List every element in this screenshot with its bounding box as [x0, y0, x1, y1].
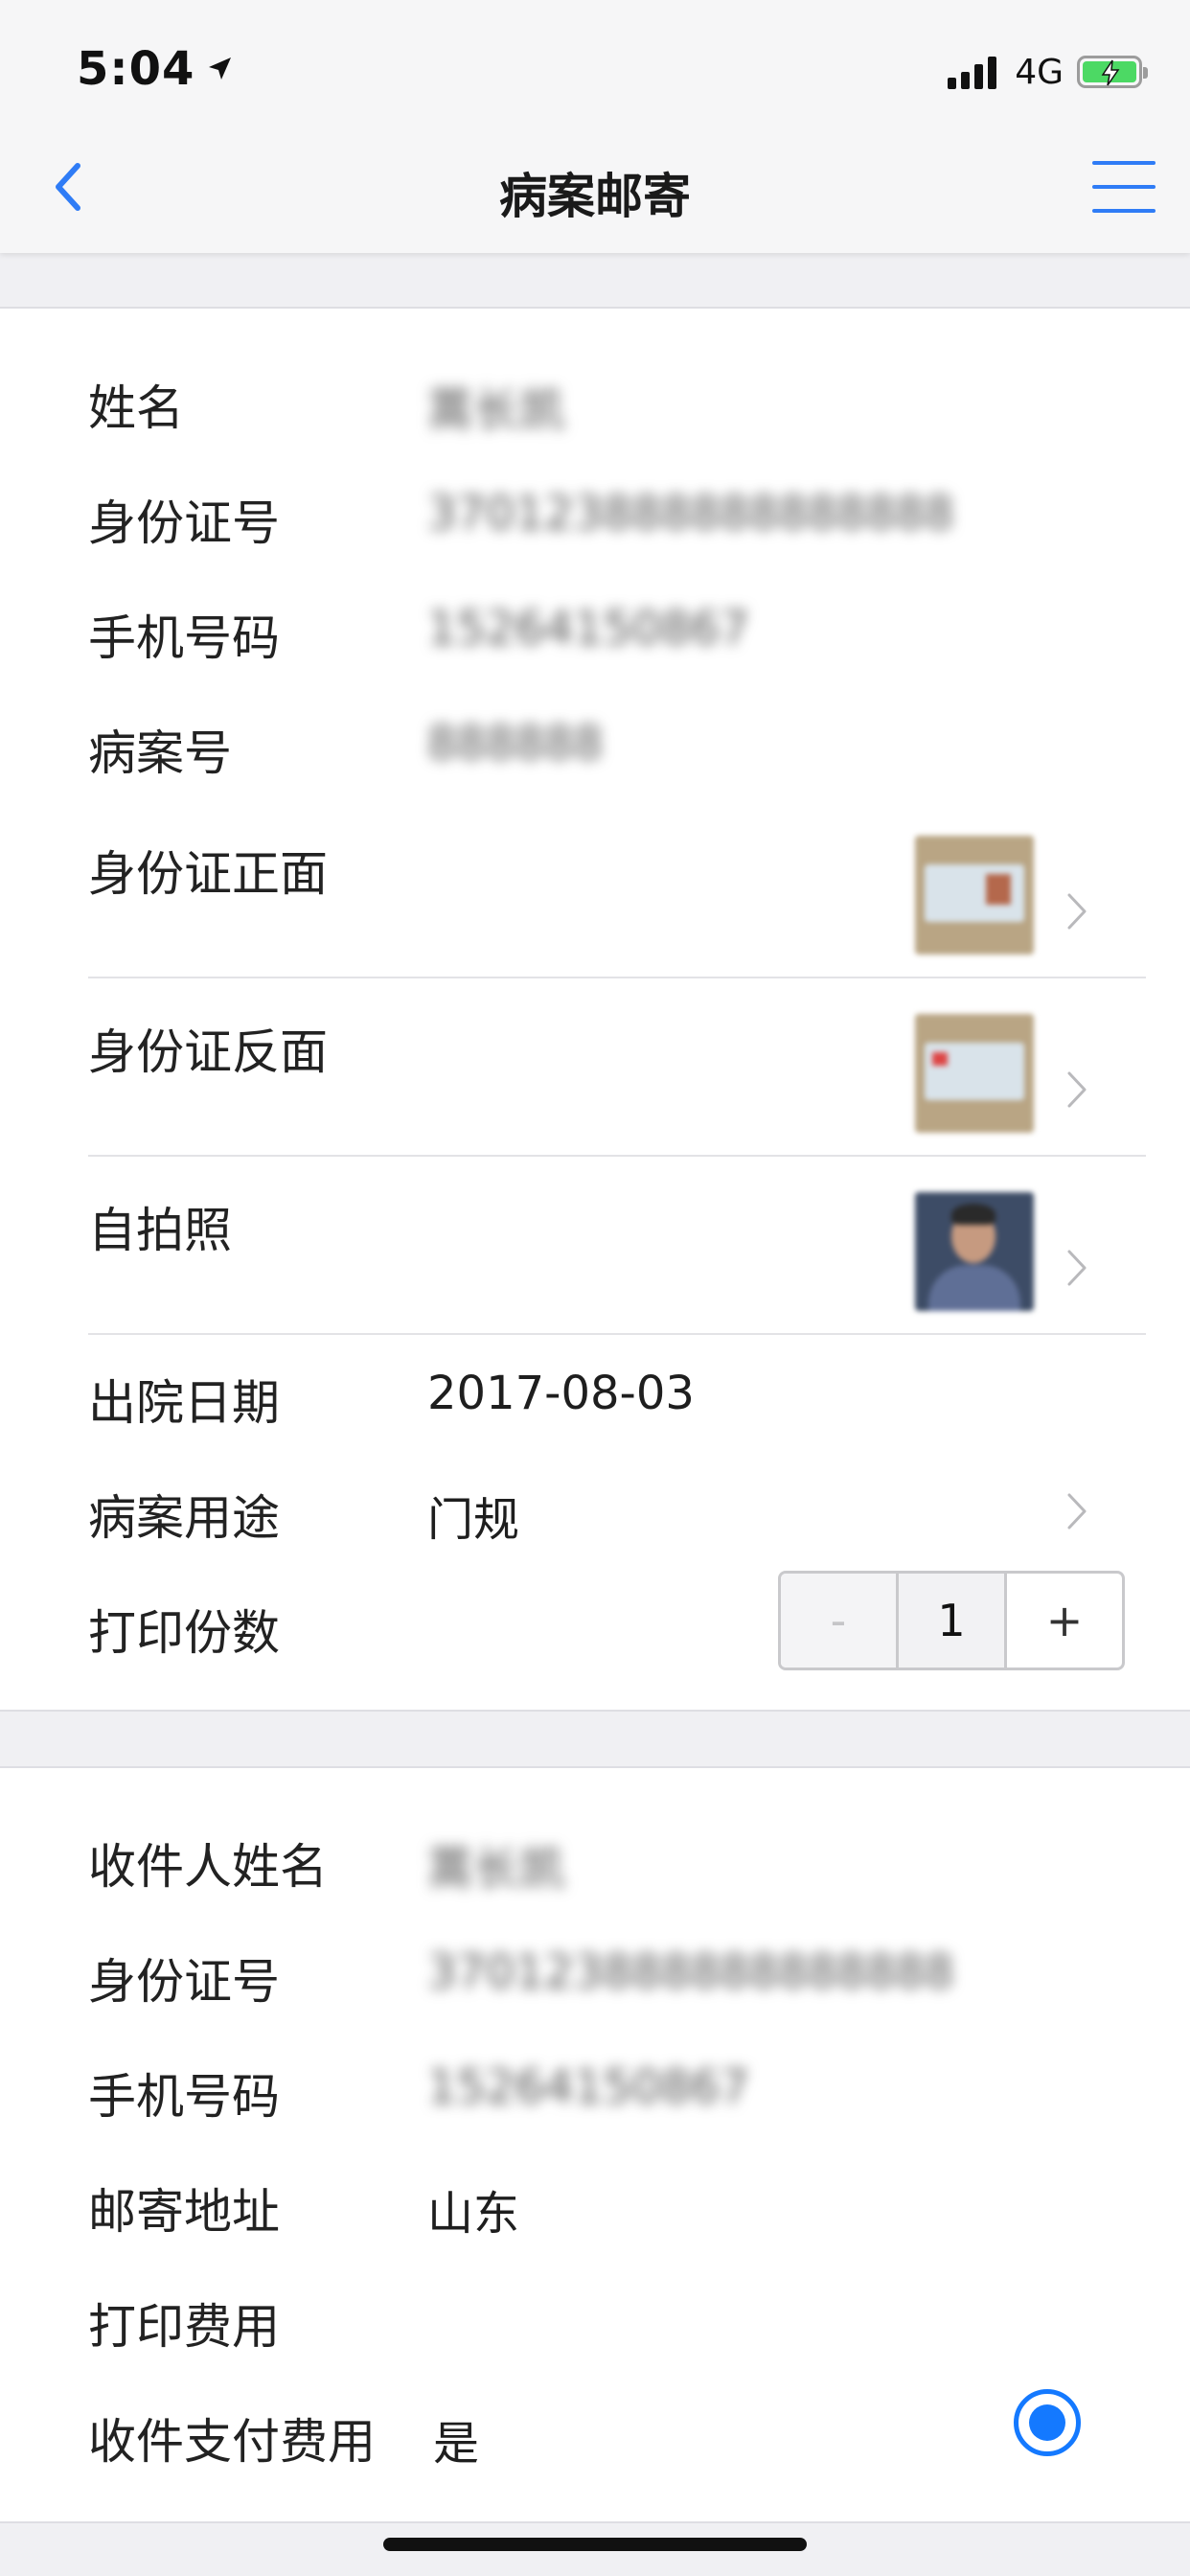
record-purpose-row[interactable]: 病案用途 门规	[0, 1476, 1190, 1547]
chevron-right-icon	[1060, 1487, 1094, 1535]
discharge-date-label: 出院日期	[88, 1375, 280, 1431]
copies-quantity[interactable]: 1	[895, 1574, 1008, 1668]
chevron-right-icon	[1060, 1066, 1094, 1114]
recipient-id-label: 身份证号	[88, 1954, 280, 2010]
menu-button[interactable]	[1092, 161, 1156, 213]
recipient-pays-value: 是	[433, 2417, 480, 2471]
radio-selected-dot	[1029, 2404, 1065, 2441]
recipient-id-value: 370123888888888888	[427, 1945, 954, 1999]
battery-icon	[1077, 56, 1148, 88]
print-fee-label: 打印费用	[88, 2299, 280, 2355]
top-bar: 5:04 4G 病案邮寄	[0, 0, 1190, 253]
id-front-row[interactable]: 身份证正面	[0, 824, 1190, 978]
increment-button[interactable]: +	[1007, 1574, 1122, 1668]
discharge-date-value[interactable]: 2017-08-03	[427, 1367, 695, 1420]
recipient-name-label: 收件人姓名	[88, 1839, 328, 1895]
patient-name-label: 姓名	[88, 380, 184, 436]
selfie-label: 自拍照	[88, 1203, 232, 1258]
divider	[88, 1333, 1146, 1335]
patient-name-value: 蒿长凯	[427, 383, 566, 437]
status-time-text: 5:04	[77, 42, 195, 96]
record-number-value: 888888	[427, 717, 604, 770]
id-back-label: 身份证反面	[88, 1024, 328, 1080]
recipient-pays-label: 收件支付费用	[88, 2414, 376, 2470]
selfie-row[interactable]: 自拍照	[0, 1181, 1190, 1334]
home-indicator[interactable]	[383, 2538, 807, 2551]
status-indicators: 4G	[948, 48, 1148, 96]
patient-id-label: 身份证号	[88, 495, 280, 551]
id-back-thumbnail[interactable]	[915, 1014, 1034, 1133]
id-front-label: 身份证正面	[88, 846, 328, 902]
recipient-phone-value: 15264150867	[427, 2060, 749, 2114]
menu-icon	[1092, 161, 1156, 165]
recipient-phone-label: 手机号码	[88, 2069, 280, 2125]
record-purpose-value: 门规	[427, 1493, 520, 1547]
chevron-right-icon	[1060, 1244, 1094, 1292]
id-back-row[interactable]: 身份证反面	[0, 1002, 1190, 1156]
decrement-button[interactable]: -	[781, 1574, 896, 1668]
print-copies-label: 打印份数	[88, 1605, 280, 1661]
location-arrow-icon	[209, 58, 232, 80]
recipient-name-value: 蒿长凯	[427, 1842, 566, 1896]
patient-id-value: 370123888888888888	[427, 487, 954, 540]
patient-phone-label: 手机号码	[88, 610, 280, 666]
chevron-right-icon	[1060, 887, 1094, 935]
patient-phone-value: 15264150867	[427, 602, 749, 656]
status-time: 5:04	[77, 42, 233, 96]
divider	[88, 1155, 1146, 1157]
network-type: 4G	[1015, 52, 1064, 92]
selfie-thumbnail[interactable]	[915, 1192, 1034, 1311]
record-number-label: 病案号	[88, 725, 232, 781]
recipient-pays-radio[interactable]	[1014, 2389, 1081, 2456]
id-front-thumbnail[interactable]	[915, 836, 1034, 954]
signal-icon	[948, 55, 1001, 89]
page-title: 病案邮寄	[499, 169, 691, 224]
copies-stepper: - 1 +	[778, 1571, 1125, 1670]
record-purpose-label: 病案用途	[88, 1490, 280, 1546]
mailing-address-label: 邮寄地址	[88, 2184, 280, 2240]
mailing-address-value[interactable]: 山东	[427, 2175, 519, 2242]
divider	[88, 977, 1146, 978]
